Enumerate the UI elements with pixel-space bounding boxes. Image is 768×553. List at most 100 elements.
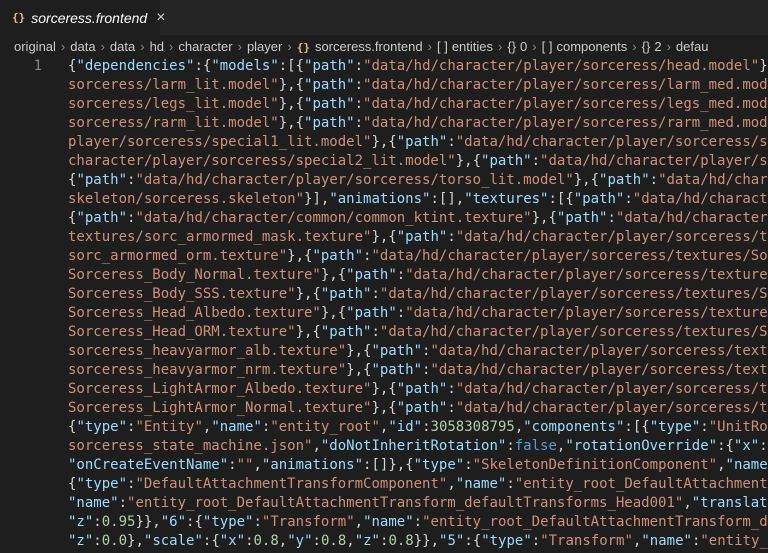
code-line: textures/sorc_armormed_mask.texture"},{ "… [68,228,768,247]
code-token: "id" [388,419,423,435]
breadcrumb-item[interactable]: {} sorceress.frontend [297,39,423,54]
breadcrumb-item[interactable]: hd [150,39,164,54]
code-token: },{ [320,267,347,283]
code-token: sorceress/rarm_lit.model" [68,115,279,131]
code-token: "entity_root" [270,419,380,435]
breadcrumb-item[interactable]: original [14,39,56,54]
code-token: },{ [371,229,397,245]
code-token: "z" [354,533,380,549]
code-token: "data/hd/character/player/sorceress/text… [405,267,768,283]
code-token: },{ [346,343,372,359]
code-token: : [624,191,633,207]
breadcrumb-item[interactable]: [ ] components [542,39,628,54]
breadcrumb-separator-icon: › [632,38,637,54]
breadcrumb-separator-icon: › [140,38,145,54]
code-token: "path" [573,191,625,207]
code-token: "dependencies" [76,58,195,74]
code-token: "type" [649,419,701,435]
code-line: skeleton/sorceress.skeleton"}],"animatio… [68,190,768,209]
code-token: "data/hd/character/player/sorceress/text… [379,286,768,302]
breadcrumb-label: components [556,38,628,54]
breadcrumb-separator-icon: › [498,38,503,54]
code-content[interactable]: {"dependencies":{"models":[{"path":"data… [68,57,768,551]
code-token: "DefaultAttachmentTransformComponent" [135,476,448,492]
code-token: sorceress_heavyarmor_nrm.texture" [68,362,347,378]
breadcrumb-label: sorceress.frontend [314,38,423,54]
breadcrumb-label: data [70,38,96,54]
code-token: "data/hd/character/player/sorceress/larm… [363,77,768,93]
code-token: },{ [287,248,313,264]
close-icon[interactable]: × [156,9,165,27]
code-token: "path" [304,96,355,112]
breadcrumb-label: data [109,38,136,54]
breadcrumb-item[interactable]: player [247,39,282,54]
tab-sorceress-frontend[interactable]: {} sorceress.frontend × [0,0,166,35]
code-token: "animations" [329,191,431,207]
code-token: }}, [413,533,440,549]
breadcrumb-separator-icon: › [60,38,66,54]
code-token: "path" [320,324,372,340]
code-token: : [447,229,456,245]
code-token: : [531,153,541,169]
code-token: , [354,514,364,530]
code-token: "data/hd/character/player/sorceress/legs… [363,96,768,112]
breadcrumb-item[interactable]: {} 2 [642,39,662,54]
code-token: "data/hd/chara [658,172,768,188]
code-token: "components" [523,419,625,435]
code-token: "path" [304,115,355,131]
code-token: :[{ [624,419,650,435]
code-token: "name" [455,476,507,492]
code-token: "path" [346,267,397,283]
code-line: Sorceress_LightArmor_Albedo.texture"},{"… [68,380,768,399]
code-token: :[{ [278,58,305,74]
code-token: "Transform" [540,533,633,549]
breadcrumb-separator-icon: › [427,38,432,54]
breadcrumb-item[interactable]: {} 0 [507,39,527,54]
code-token: false [514,438,557,454]
breadcrumb-item[interactable]: defau [676,39,709,54]
code-token: "y" [287,533,313,549]
code-token: , [514,419,524,435]
code-token: : [93,533,102,549]
code-token: textures/sorc_armormed_mask.texture" [68,229,372,245]
code-editor[interactable]: 1 {"dependencies":{"models":[{"path":"da… [0,57,768,553]
code-token: : [447,134,456,150]
code-line: Sorceress_Body_Normal.texture"},{"path":… [68,266,768,285]
code-line: character/player/sorceress/special2_lit.… [68,152,768,171]
code-line: "z":0.95}},"6":{"type":"Transform","name… [68,513,768,532]
code-token: "type" [202,514,254,530]
code-token: : [93,514,102,530]
code-line: {"type":"DefaultAttachmentTransformCompo… [68,475,768,494]
code-token: "Transform" [261,514,355,530]
code-token: "path" [371,362,423,378]
code-token: "entity_root_DefaultAttachment [514,476,768,492]
code-token: character/player/sorceress/special2_lit.… [68,153,456,169]
code-token: "path" [320,286,372,302]
code-token: "data/hd/character/common/common_ktint.t… [135,210,532,226]
code-token: player/sorceress/special1_lit.model" [68,134,372,150]
code-token: "type" [76,476,128,492]
array-icon: [ ] [541,38,553,54]
code-token: :( [759,438,768,454]
breadcrumb-item[interactable]: character [178,39,232,54]
code-token: },{ [278,77,305,93]
code-token: }], [304,191,330,207]
code-line: sorceress_heavyarmor_alb.texture"},{"pat… [68,342,768,361]
code-token: 0.95 [101,514,136,530]
breadcrumb-label: character [178,38,233,54]
code-token: "path" [599,172,650,188]
breadcrumb-item[interactable]: [ ] entities [437,39,493,54]
breadcrumb-item[interactable]: data [110,39,135,54]
code-token: "models" [211,58,279,74]
array-icon: [ ] [436,38,448,54]
code-token: "data/hd/character/player/sorceress/te [455,229,768,245]
code-token: "data/hd/character/player/sorceress/sp [455,134,768,150]
code-token: "6" [160,514,187,530]
code-token: :{ [717,438,734,454]
code-line: {"path":"data/hd/character/common/common… [68,209,768,228]
breadcrumb-item[interactable]: data [70,39,95,54]
code-token: "data/hd/character/player/sorceress/rarm… [363,115,768,131]
code-token: "rotationOverride" [565,438,718,454]
code-token: },{ [278,96,305,112]
code-token: "x" [219,533,246,549]
